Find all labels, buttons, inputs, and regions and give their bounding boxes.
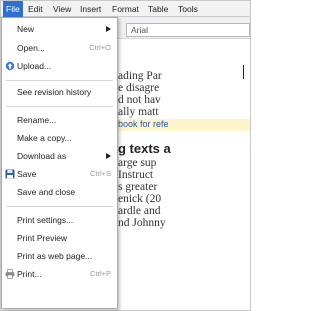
text-cursor [243, 65, 244, 79]
menu-item-print[interactable]: Print... Ctrl+P [2, 266, 117, 282]
menu-bar: File Edit View Insert Format Table Tools [1, 1, 250, 17]
menu-view[interactable]: View [50, 1, 74, 17]
document-text-line: Instruct [118, 169, 154, 181]
menu-item-label: Print Preview [17, 233, 68, 243]
submenu-arrow-icon [106, 153, 111, 159]
save-disk-icon [5, 169, 15, 179]
menu-item-label: Print settings... [17, 215, 74, 225]
menu-item-upload[interactable]: Upload... [2, 58, 117, 74]
menu-item-download-as[interactable]: Download as [2, 148, 117, 164]
document-text-line: ading Par [118, 70, 162, 82]
menu-item-print-preview[interactable]: Print Preview [2, 230, 117, 246]
menu-edit[interactable]: Edit [25, 1, 46, 17]
menu-item-label: See revision history [17, 87, 92, 97]
menu-divider [6, 80, 113, 81]
menu-file[interactable]: File [3, 1, 23, 17]
menu-item-label: Print as web page... [17, 251, 93, 261]
upload-icon [5, 61, 15, 71]
menu-item-label: Rename... [17, 115, 57, 125]
menu-item-save-close[interactable]: Save and close [2, 184, 117, 200]
file-menu-dropdown: New Open... Ctrl+O Upload... See revisio… [1, 17, 118, 309]
menu-item-label: Save [17, 169, 37, 179]
menu-item-label: New [17, 24, 35, 34]
menu-item-label: Download as [17, 151, 67, 161]
menu-divider [6, 206, 113, 207]
document-text-line: arge sup [118, 157, 157, 169]
document-text-line: s greater [118, 181, 158, 193]
menu-item-save[interactable]: Save Ctrl+S [2, 166, 117, 182]
menu-divider [6, 106, 113, 107]
shortcut-label: Ctrl+S [89, 169, 111, 178]
shortcut-label: Ctrl+P [89, 269, 111, 278]
menu-item-open[interactable]: Open... Ctrl+O [2, 40, 117, 56]
menu-item-label: Upload... [17, 61, 52, 71]
printer-icon [5, 269, 15, 279]
document-link[interactable]: book for refe [118, 119, 169, 129]
menu-table[interactable]: Table [145, 1, 171, 17]
shortcut-label: Ctrl+O [89, 43, 111, 52]
document-text-line: nd Johnny [118, 217, 166, 229]
menu-item-print-settings[interactable]: Print settings... [2, 212, 117, 228]
menu-item-rename[interactable]: Rename... [2, 112, 117, 128]
menu-item-label: Print... [17, 269, 42, 279]
menu-insert[interactable]: Insert [77, 1, 104, 17]
document-text-line: enick (20 [118, 193, 162, 205]
menu-tools[interactable]: Tools [175, 1, 201, 17]
document-heading: g texts a [118, 141, 171, 156]
menu-item-label: Save and close [17, 187, 76, 197]
formatting-toolbar: Arial [118, 17, 250, 39]
menu-item-print-web-page[interactable]: Print as web page... [2, 248, 117, 264]
link-highlight: book for refe [118, 119, 250, 131]
menu-item-label: Make a copy... [17, 133, 72, 143]
submenu-arrow-icon [106, 26, 111, 32]
menu-item-make-copy[interactable]: Make a copy... [2, 130, 117, 146]
document-text-line: ardle and [118, 205, 161, 217]
font-name-select[interactable]: Arial [126, 23, 250, 37]
menu-item-new[interactable]: New [2, 21, 117, 37]
document-text-line: d not hav [118, 94, 161, 106]
menu-item-revision-history[interactable]: See revision history [2, 84, 117, 100]
document-area[interactable]: Arial ading Par e disagre d not hav ally… [118, 17, 250, 310]
menu-format[interactable]: Format [109, 1, 142, 17]
menu-item-label: Open... [17, 43, 45, 53]
document-text-line: e disagre [118, 82, 160, 94]
document-text-line: ally matt [118, 106, 159, 118]
